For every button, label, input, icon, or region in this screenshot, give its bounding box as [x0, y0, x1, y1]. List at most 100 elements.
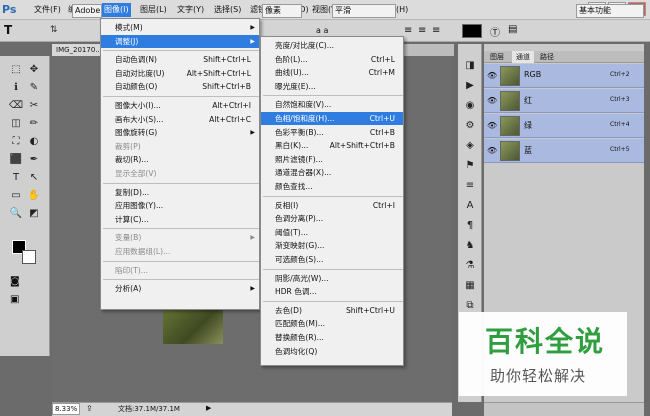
- tool-16-icon[interactable]: 🔍: [8, 206, 24, 222]
- menu-0[interactable]: 文件(F): [32, 3, 63, 17]
- panel-tab-1[interactable]: 通道: [512, 51, 534, 63]
- tool-5-icon[interactable]: ✂: [26, 98, 42, 114]
- menu-item[interactable]: 陷印(T)...: [101, 264, 259, 277]
- screen-mode-icon[interactable]: ▣: [10, 294, 19, 305]
- character-panel-icon[interactable]: ▤: [508, 24, 517, 35]
- align-right-icon[interactable]: ≡: [432, 25, 440, 36]
- panel-8-icon[interactable]: ¶: [462, 218, 478, 234]
- tool-15-icon[interactable]: ✋: [26, 188, 42, 204]
- tool-4-icon[interactable]: ⌫: [8, 98, 24, 114]
- panel-5-icon[interactable]: ⚑: [462, 158, 478, 174]
- tool-0-icon[interactable]: ⬚: [8, 62, 24, 78]
- menu-4[interactable]: 文字(Y): [175, 3, 206, 17]
- panel-7-icon[interactable]: A: [462, 198, 478, 214]
- menu-item[interactable]: 自然饱和度(V)...: [261, 98, 403, 111]
- tool-14-icon[interactable]: ▭: [8, 188, 24, 204]
- menu-item[interactable]: 计算(C)...: [101, 213, 259, 226]
- menu-item[interactable]: 分析(A) ▶: [101, 282, 259, 295]
- visibility-eye-icon[interactable]: 👁: [487, 96, 497, 105]
- channel-row[interactable]: 👁 绿 Ctrl+4: [484, 114, 644, 138]
- menu-item[interactable]: 色调分离(P)...: [261, 212, 403, 225]
- visibility-eye-icon[interactable]: 👁: [487, 121, 497, 130]
- quick-mask-icon[interactable]: ◙: [10, 276, 20, 287]
- menu-item[interactable]: 替换颜色(R)...: [261, 331, 403, 344]
- menu-item[interactable]: 裁切(R)...: [101, 153, 259, 166]
- tool-8-icon[interactable]: ⛶: [8, 134, 24, 150]
- menu-item[interactable]: 变量(B) ▶: [101, 231, 259, 244]
- menu-item[interactable]: 应用数据组(L)...: [101, 245, 259, 258]
- menu-item[interactable]: 裁剪(P): [101, 140, 259, 153]
- menu-item[interactable]: 模式(M) ▶: [101, 21, 259, 34]
- menu-item[interactable]: 照片滤镜(F)...: [261, 153, 403, 166]
- channel-row[interactable]: 👁 红 Ctrl+3: [484, 89, 644, 113]
- menu-2[interactable]: 图像(I): [102, 3, 131, 17]
- align-left-icon[interactable]: ≡: [404, 25, 412, 36]
- panel-tab-2[interactable]: 路径: [536, 51, 558, 63]
- menu-5[interactable]: 选择(S): [212, 3, 243, 17]
- panel-10-icon[interactable]: ⚗: [462, 258, 478, 274]
- tool-10-icon[interactable]: ⬛: [8, 152, 24, 168]
- tool-9-icon[interactable]: ◐: [26, 134, 42, 150]
- panel-tab-0[interactable]: 图层: [486, 51, 508, 63]
- menu-item[interactable]: 曲线(U)... Ctrl+M: [261, 66, 403, 79]
- menu-item[interactable]: 颜色查找...: [261, 180, 403, 193]
- export-icon[interactable]: ⇪: [86, 404, 93, 413]
- panel-3-icon[interactable]: ⚙: [462, 118, 478, 134]
- menu-item[interactable]: 自动色调(N) Shift+Ctrl+L: [101, 53, 259, 66]
- zoom-field[interactable]: 8.33%: [52, 403, 80, 415]
- menu-item[interactable]: 图像大小(I)... Alt+Ctrl+I: [101, 99, 259, 112]
- menu-item[interactable]: 调整(J) ▶: [101, 34, 259, 48]
- channel-row[interactable]: 👁 RGB Ctrl+2: [484, 64, 644, 88]
- tool-12-icon[interactable]: T: [8, 170, 24, 186]
- workspace-select[interactable]: 基本功能: [576, 4, 644, 18]
- tool-2-icon[interactable]: ℹ: [8, 80, 24, 96]
- panel-6-icon[interactable]: ≡: [462, 178, 478, 194]
- background-color-swatch[interactable]: [22, 250, 36, 264]
- menu-item[interactable]: 画布大小(S)... Alt+Ctrl+C: [101, 113, 259, 126]
- menu-item[interactable]: 自动颜色(O) Shift+Ctrl+B: [101, 80, 259, 93]
- font-size-select[interactable]: 像素: [262, 4, 302, 18]
- menu-item[interactable]: 渐变映射(G)...: [261, 239, 403, 252]
- font-family-select[interactable]: Adobe ...: [72, 4, 102, 18]
- anti-alias-select[interactable]: 平滑: [332, 4, 396, 18]
- orientation-icon[interactable]: ⇅: [50, 25, 58, 35]
- menu-item[interactable]: HDR 色调...: [261, 285, 403, 298]
- warp-text-icon[interactable]: Ⓣ: [490, 24, 500, 39]
- tool-11-icon[interactable]: ✒: [26, 152, 42, 168]
- menu-item[interactable]: 应用图像(Y)...: [101, 199, 259, 212]
- channel-row[interactable]: 👁 蓝 Ctrl+5: [484, 139, 644, 163]
- menu-item[interactable]: 色相/饱和度(H)... Ctrl+U: [261, 112, 403, 125]
- tool-1-icon[interactable]: ✥: [26, 62, 42, 78]
- menu-item[interactable]: 色彩平衡(B)... Ctrl+B: [261, 126, 403, 139]
- menu-item[interactable]: 自动对比度(U) Alt+Shift+Ctrl+L: [101, 67, 259, 80]
- tool-6-icon[interactable]: ◫: [8, 116, 24, 132]
- align-center-icon[interactable]: ≡: [418, 25, 426, 36]
- tool-7-icon[interactable]: ✏: [26, 116, 42, 132]
- panel-11-icon[interactable]: ▦: [462, 278, 478, 294]
- status-arrow-icon[interactable]: ▶: [206, 404, 211, 412]
- tool-13-icon[interactable]: ↖: [26, 170, 42, 186]
- tool-17-icon[interactable]: ◩: [26, 206, 42, 222]
- panel-0-icon[interactable]: ◨: [462, 58, 478, 74]
- visibility-eye-icon[interactable]: 👁: [487, 71, 497, 80]
- menu-item[interactable]: 色阶(L)... Ctrl+L: [261, 53, 403, 66]
- menu-item[interactable]: 可选颜色(S)...: [261, 253, 403, 266]
- menu-item[interactable]: 色调均化(Q): [261, 345, 403, 358]
- menu-item[interactable]: 去色(D) Shift+Ctrl+U: [261, 304, 403, 317]
- menu-item[interactable]: 匹配颜色(M)...: [261, 317, 403, 330]
- menu-item[interactable]: 图像旋转(G) ▶: [101, 126, 259, 139]
- visibility-eye-icon[interactable]: 👁: [487, 146, 497, 155]
- tool-3-icon[interactable]: ✎: [26, 80, 42, 96]
- menu-item[interactable]: 显示全部(V): [101, 167, 259, 180]
- menu-item[interactable]: 亮度/对比度(C)...: [261, 39, 403, 52]
- panel-9-icon[interactable]: ♞: [462, 238, 478, 254]
- menu-item[interactable]: 黑白(K)... Alt+Shift+Ctrl+B: [261, 139, 403, 152]
- menu-item[interactable]: 反相(I) Ctrl+I: [261, 199, 403, 212]
- panel-1-icon[interactable]: ▶: [462, 78, 478, 94]
- text-color-swatch[interactable]: [462, 24, 482, 38]
- menu-item[interactable]: 阈值(T)...: [261, 226, 403, 239]
- menu-3[interactable]: 图层(L): [138, 3, 169, 17]
- menu-item[interactable]: 通道混合器(X)...: [261, 166, 403, 179]
- panel-2-icon[interactable]: ◉: [462, 98, 478, 114]
- menu-item[interactable]: 阴影/高光(W)...: [261, 272, 403, 285]
